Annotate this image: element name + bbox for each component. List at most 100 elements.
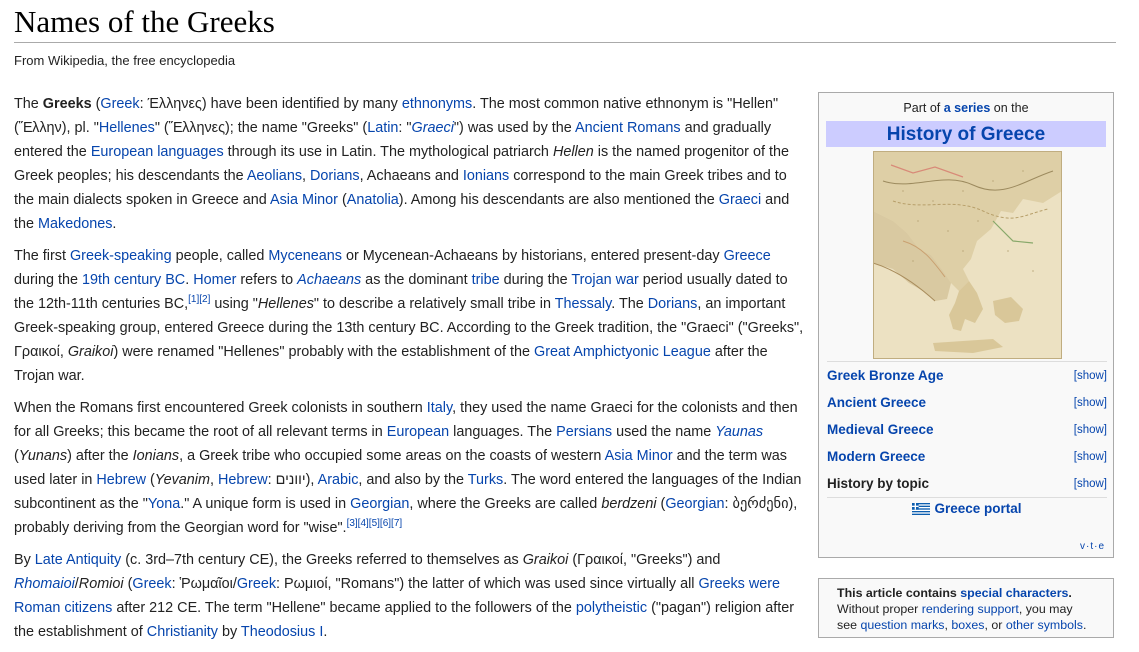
wiki-link[interactable]: Hebrew (96, 472, 146, 488)
navbox-vte: v·t·e (1079, 541, 1105, 552)
wiki-link[interactable]: Greek (132, 576, 171, 592)
map-of-greece-image[interactable] (873, 151, 1062, 359)
italic-term: Hellenes (257, 296, 314, 312)
wiki-link[interactable]: Dorians (648, 296, 698, 312)
text-run: ( (656, 496, 666, 512)
sidebar-section-medieval-greece: Medieval Greece [show] (827, 417, 1107, 443)
other-symbols-link[interactable]: other symbols (1006, 618, 1083, 632)
italic-term: Yunans (18, 448, 68, 464)
wiki-link[interactable]: European languages (91, 144, 224, 160)
wiki-link[interactable]: Persians (556, 424, 612, 440)
wiki-link[interactable]: Great Amphictyonic League (534, 344, 711, 360)
notice-text: see (837, 618, 857, 632)
text-run: during the (499, 272, 572, 288)
text-run: , Achaeans and (359, 168, 463, 184)
wiki-link[interactable]: Asia Minor (270, 192, 338, 208)
text-run: languages. The (449, 424, 557, 440)
wiki-link[interactable]: Hebrew (218, 472, 268, 488)
wiki-link[interactable]: Greece (724, 248, 771, 264)
series-link[interactable]: a series (944, 101, 991, 115)
wiki-link[interactable]: Ionians (463, 168, 509, 184)
wiki-link[interactable]: European (387, 424, 449, 440)
wiki-link[interactable]: Greek (100, 96, 139, 112)
wiki-link[interactable]: Theodosius I (241, 624, 323, 640)
text-run: : Έλληνες) have been identified by many (139, 96, 402, 112)
article-body: The Greeks (Greek: Έλληνες) have been id… (14, 92, 810, 652)
wiki-link[interactable]: Georgian (665, 496, 724, 512)
italic-term: Ionians (132, 448, 180, 464)
section-label[interactable]: Modern Greece (827, 449, 925, 464)
wiki-link[interactable]: Homer (193, 272, 236, 288)
text-run: . The (611, 296, 648, 312)
text-run: " to describe a relatively small tribe i… (313, 296, 555, 312)
edit-template-link[interactable]: e (1098, 541, 1105, 552)
show-toggle[interactable]: [show] (1074, 390, 1107, 416)
section-label[interactable]: Ancient Greece (827, 395, 926, 410)
citation-ref[interactable]: [3][4][5][6][7] (347, 518, 403, 529)
section-label[interactable]: Medieval Greece (827, 422, 934, 437)
wiki-link[interactable]: Graeci (719, 192, 761, 208)
wiki-link[interactable]: Rhomaioi (14, 576, 75, 592)
wiki-link[interactable]: Anatolia (347, 192, 399, 208)
series-title[interactable]: History of Greece (826, 121, 1106, 147)
wiki-link[interactable]: polytheistic (576, 600, 647, 616)
wiki-link[interactable]: Georgian (350, 496, 409, 512)
series-sidebar: Part of a series on the History of Greec… (818, 92, 1114, 558)
view-template-link[interactable]: v (1080, 541, 1086, 552)
article-paragraph: The first Greek-speaking people, called … (14, 244, 810, 388)
wiki-link[interactable]: Christianity (147, 624, 218, 640)
text-run: : יוונים), (267, 472, 318, 488)
talk-template-link[interactable]: t (1090, 541, 1094, 552)
sidebar-section-history-by-topic: History by topic [show] (827, 471, 1107, 497)
wiki-link[interactable]: 19th century BC (82, 272, 185, 288)
text-run: people, called (171, 248, 269, 264)
notice-line-3: see question marks, boxes, or other symb… (837, 617, 1103, 633)
greece-portal-link[interactable]: Greece portal (827, 501, 1107, 518)
boxes-link[interactable]: boxes (951, 618, 984, 632)
wiki-link[interactable]: Yona (148, 496, 180, 512)
wiki-link[interactable]: ethnonyms (402, 96, 472, 112)
wiki-link[interactable]: Late Antiquity (35, 552, 121, 568)
part-of-prefix: Part of (903, 101, 941, 115)
show-toggle[interactable]: [show] (1074, 444, 1107, 470)
rendering-support-link[interactable]: rendering support (922, 602, 1019, 616)
text-run: ." A unique form is used in (180, 496, 351, 512)
wiki-link[interactable]: tribe (472, 272, 500, 288)
wiki-link[interactable]: Hellenes (99, 120, 155, 136)
article-paragraph: By Late Antiquity (c. 3rd–7th century CE… (14, 548, 810, 644)
show-toggle[interactable]: [show] (1074, 417, 1107, 443)
wiki-link[interactable]: Trojan war (571, 272, 638, 288)
text-run: by (217, 624, 241, 640)
italic-term: Yevanim (154, 472, 210, 488)
wiki-link[interactable]: Latin (367, 120, 398, 136)
wiki-link[interactable]: Greek (237, 576, 276, 592)
wiki-link[interactable]: Italy (427, 400, 452, 416)
wiki-link[interactable]: Asia Minor (605, 448, 673, 464)
show-toggle[interactable]: [show] (1074, 363, 1107, 389)
wiki-link[interactable]: Graeci (412, 120, 454, 136)
special-characters-link[interactable]: special characters (960, 586, 1068, 600)
wiki-link[interactable]: Myceneans (268, 248, 342, 264)
wiki-link[interactable]: Makedones (38, 216, 112, 232)
page-title: Names of the Greeks (14, 3, 1116, 43)
wiki-link[interactable]: Aeolians (247, 168, 302, 184)
text-run: , (302, 168, 311, 184)
wiki-link[interactable]: Ancient Romans (575, 120, 681, 136)
bold-term: Greeks (42, 96, 92, 112)
wiki-link[interactable]: Arabic (318, 472, 359, 488)
text-run: . (185, 272, 194, 288)
section-label[interactable]: Greek Bronze Age (827, 368, 944, 383)
citation-ref[interactable]: [1][2] (188, 294, 210, 305)
wiki-link[interactable]: Thessaly (555, 296, 612, 312)
text-run: ). Among his descendants are also mentio… (398, 192, 719, 208)
show-toggle[interactable]: [show] (1074, 471, 1107, 497)
notice-text: . (1068, 586, 1072, 600)
wiki-link[interactable]: Turks (468, 472, 503, 488)
wiki-link[interactable]: Greek-speaking (70, 248, 172, 264)
wiki-link[interactable]: Dorians (310, 168, 360, 184)
text-run: : Ρωμιοί, "Romans") the latter of which … (276, 576, 699, 592)
wiki-link[interactable]: Achaeans (297, 272, 361, 288)
notice-line-1: This article contains special characters… (837, 585, 1103, 601)
wiki-link[interactable]: Yaunas (715, 424, 763, 440)
question-marks-link[interactable]: question marks (860, 618, 944, 632)
